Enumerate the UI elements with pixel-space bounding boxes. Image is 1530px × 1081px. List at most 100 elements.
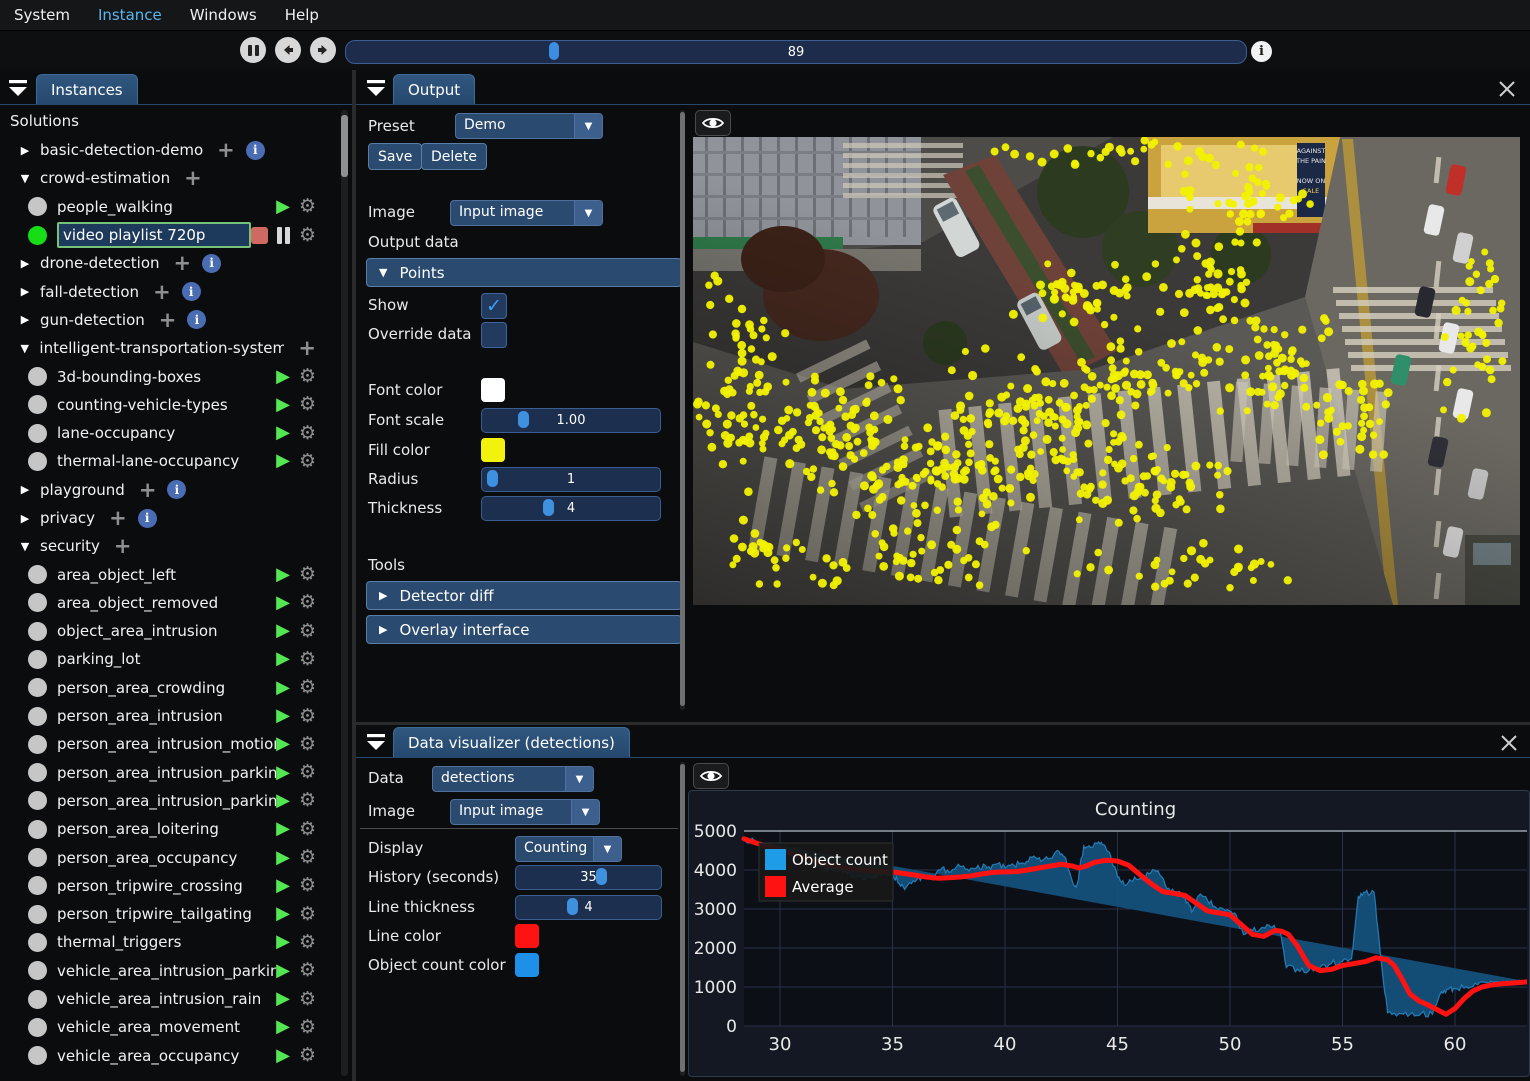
gear-icon[interactable]: ⚙	[299, 452, 316, 471]
gear-icon[interactable]: ⚙	[299, 763, 316, 782]
video-visibility-button[interactable]	[695, 110, 731, 136]
gear-icon[interactable]: ⚙	[299, 1046, 316, 1065]
tree-row[interactable]: vehicle_area_intrusion_parking▶⚙	[0, 957, 340, 985]
viz-image-dropdown[interactable]: Input image ▼	[450, 799, 600, 825]
gear-icon[interactable]: ⚙	[299, 933, 316, 952]
tree-row[interactable]: person_tripwire_tailgating▶⚙	[0, 900, 340, 928]
collapse-visualizer-icon[interactable]	[364, 730, 388, 754]
menu-item-instance[interactable]: Instance	[84, 0, 176, 30]
tree-row[interactable]: person_tripwire_crossing▶⚙	[0, 872, 340, 900]
collapse-panel-icon[interactable]	[6, 76, 30, 100]
tree-row[interactable]: thermal-lane-occupancy▶⚙	[0, 447, 340, 475]
gear-icon[interactable]: ⚙	[299, 848, 316, 867]
close-visualizer-button[interactable]	[1499, 733, 1519, 753]
tree-row[interactable]: video playlist 720p⚙	[0, 221, 340, 249]
history-slider[interactable]: 35	[515, 865, 662, 890]
play-icon[interactable]: ▶	[276, 679, 290, 697]
data-dropdown[interactable]: detections ▼	[432, 766, 594, 792]
gear-icon[interactable]: ⚙	[299, 678, 316, 697]
add-instance-icon[interactable]: +	[217, 141, 235, 159]
tree-row[interactable]: area_object_left▶⚙	[0, 560, 340, 588]
gear-icon[interactable]: ⚙	[299, 395, 316, 414]
add-instance-icon[interactable]: +	[159, 311, 177, 329]
gear-icon[interactable]: ⚙	[299, 593, 316, 612]
info-icon[interactable]: i	[246, 141, 265, 160]
line-thickness-slider[interactable]: 4	[515, 895, 662, 920]
gear-icon[interactable]: ⚙	[299, 820, 316, 839]
tree-row[interactable]: counting-vehicle-types▶⚙	[0, 391, 340, 419]
play-icon[interactable]: ▶	[276, 962, 290, 980]
play-icon[interactable]: ▶	[276, 990, 290, 1008]
save-button[interactable]: Save	[368, 143, 422, 170]
show-checkbox[interactable]: ✓	[481, 293, 507, 319]
tree-row[interactable]: person_area_loitering▶⚙	[0, 815, 340, 843]
timeline-slider[interactable]: 89	[345, 40, 1247, 64]
tab-output[interactable]: Output	[393, 74, 475, 104]
thickness-slider[interactable]: 4	[481, 496, 661, 521]
font-color-swatch[interactable]	[481, 378, 505, 402]
radius-handle[interactable]	[487, 470, 498, 487]
play-icon[interactable]: ▶	[276, 820, 290, 838]
video-output-view[interactable]: AGAINSTTHE PAINNOW ONSALE	[693, 137, 1520, 605]
tree-row[interactable]: thermal_triggers▶⚙	[0, 928, 340, 956]
play-icon[interactable]: ▶	[276, 650, 290, 668]
menu-item-system[interactable]: System	[0, 0, 84, 30]
tree-row[interactable]: person_area_occupancy▶⚙	[0, 843, 340, 871]
panel-divider-vertical[interactable]	[352, 70, 356, 1081]
tree-row[interactable]: ▶gun-detection+i	[0, 306, 340, 334]
step-forward-button[interactable]	[310, 37, 336, 63]
radius-slider[interactable]: 1	[481, 467, 661, 492]
menu-item-windows[interactable]: Windows	[176, 0, 271, 30]
override-data-checkbox[interactable]	[481, 322, 507, 348]
tree-row[interactable]: ▼security+	[0, 532, 340, 560]
info-icon[interactable]: i	[182, 282, 201, 301]
close-output-button[interactable]	[1497, 79, 1517, 99]
tree-row[interactable]: ▶fall-detection+i	[0, 277, 340, 305]
add-instance-icon[interactable]: +	[139, 481, 157, 499]
play-icon[interactable]: ▶	[276, 1018, 290, 1036]
thickness-handle[interactable]	[543, 499, 554, 516]
gear-icon[interactable]: ⚙	[299, 1018, 316, 1037]
tab-data-visualizer[interactable]: Data visualizer (detections)	[393, 727, 630, 757]
add-instance-icon[interactable]: +	[184, 169, 202, 187]
tree-row[interactable]: parking_lot▶⚙	[0, 645, 340, 673]
play-icon[interactable]: ▶	[276, 764, 290, 782]
tree-row[interactable]: people_walking▶⚙	[0, 193, 340, 221]
play-icon[interactable]: ▶	[276, 368, 290, 386]
image-dropdown[interactable]: Input image ▼	[450, 200, 603, 226]
gear-icon[interactable]: ⚙	[299, 961, 316, 980]
history-handle[interactable]	[596, 868, 607, 885]
info-icon[interactable]: i	[167, 480, 186, 499]
tree-row[interactable]: person_area_intrusion_motion▶⚙	[0, 730, 340, 758]
output-scrollbar[interactable]	[680, 110, 685, 710]
play-icon[interactable]: ▶	[276, 933, 290, 951]
chevron-down-icon[interactable]: ▼	[18, 172, 32, 185]
tree-row[interactable]: person_area_crowding▶⚙	[0, 674, 340, 702]
tree-row[interactable]: 3d-bounding-boxes▶⚙	[0, 362, 340, 390]
gear-icon[interactable]: ⚙	[299, 424, 316, 443]
tree-row[interactable]: person_area_intrusion_parking▶⚙	[0, 787, 340, 815]
tree-row[interactable]: ▶drone-detection+i	[0, 249, 340, 277]
info-icon[interactable]: i	[202, 254, 221, 273]
gear-icon[interactable]: ⚙	[299, 622, 316, 641]
play-icon[interactable]: ▶	[276, 877, 290, 895]
gear-icon[interactable]: ⚙	[299, 367, 316, 386]
instances-scrollbar-thumb[interactable]	[341, 115, 348, 177]
gear-icon[interactable]: ⚙	[299, 735, 316, 754]
play-icon[interactable]: ▶	[276, 594, 290, 612]
gear-icon[interactable]: ⚙	[299, 707, 316, 726]
gear-icon[interactable]: ⚙	[299, 990, 316, 1009]
add-instance-icon[interactable]: +	[114, 537, 132, 555]
tree-row[interactable]: object_area_intrusion▶⚙	[0, 617, 340, 645]
counting-chart[interactable]: 01000200030004000500030354045505560Count…	[688, 790, 1530, 1077]
collapse-output-icon[interactable]	[364, 76, 388, 100]
visualizer-scrollbar-thumb[interactable]	[680, 764, 685, 1072]
tree-row[interactable]: person_area_intrusion▶⚙	[0, 702, 340, 730]
info-button[interactable]: i	[1251, 41, 1272, 62]
preset-dropdown[interactable]: Demo ▼	[455, 113, 603, 139]
tree-row[interactable]: lane-occupancy▶⚙	[0, 419, 340, 447]
tab-instances[interactable]: Instances	[36, 74, 138, 104]
overlay-interface-section-header[interactable]: ▶ Overlay interface	[366, 615, 682, 644]
font-scale-slider[interactable]: 1.00	[481, 408, 661, 433]
gear-icon[interactable]: ⚙	[299, 197, 316, 216]
